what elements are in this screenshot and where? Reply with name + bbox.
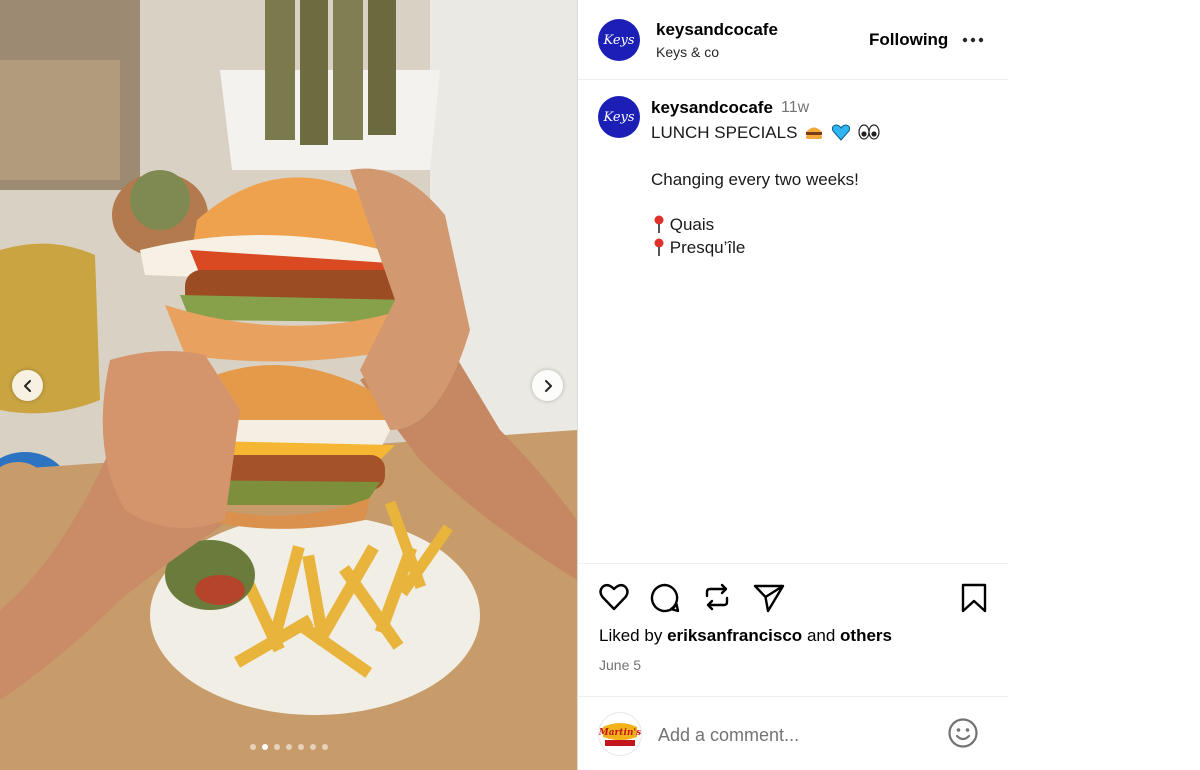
header-divider [578,79,1008,80]
carousel-indicator [0,744,577,750]
burger-emoji [806,127,823,139]
smiley-icon[interactable] [947,717,979,749]
carousel-dot [273,744,280,750]
carousel-dot [261,744,268,750]
avatar-logo-text: Keys [603,109,635,125]
caption-timestamp[interactable]: 11w [781,99,809,117]
avatar-logo-text: Keys [603,32,635,48]
caption-title-line: LUNCH SPECIALS [651,123,880,143]
chevron-right-icon [544,379,552,392]
post-date[interactable]: June 5 [599,657,641,673]
heart-icon[interactable] [599,583,629,611]
svg-text:Martin's: Martin's [599,728,641,738]
caption-line-2: Changing every two weeks! [651,170,859,189]
profile-location[interactable]: Keys & co [656,44,719,60]
following-button[interactable]: Following [869,30,948,50]
likes-conjunction: and [806,626,836,645]
carousel-dot [321,744,328,750]
carousel-dot [285,744,292,750]
comment-icon[interactable] [650,583,680,613]
caption-title: LUNCH SPECIALS [651,123,798,142]
blue-heart-emoji [831,124,850,141]
actions-divider [578,563,1008,564]
caption-avatar[interactable]: Keys [598,96,640,138]
repost-icon[interactable] [702,582,732,612]
carousel-dot [309,744,316,750]
round-pushpin-emoji [654,238,664,256]
share-icon[interactable] [753,583,785,613]
profile-username[interactable]: keysandcocafe [656,20,778,40]
current-user-avatar[interactable]: Martin's [598,712,642,756]
likes-prefix: Liked by [599,626,663,645]
likes-others-link[interactable]: others [840,626,892,645]
chevron-left-icon [23,379,31,392]
carousel-dot [249,744,256,750]
martins-logo-icon: Martin's [599,713,641,755]
caption-location-1: Quais [651,215,714,235]
bookmark-icon[interactable] [961,583,987,613]
liked-by-user-link[interactable]: eriksanfrancisco [667,626,802,645]
post-photo[interactable] [0,0,577,770]
likes-summary: Liked by eriksanfrancisco and others [599,626,892,646]
carousel-next-button[interactable] [532,370,563,401]
post-details-panel: Keys keysandcocafe Keys & co Following K… [578,0,1008,770]
eyes-emoji [858,124,880,140]
carousel-dot [297,744,304,750]
carousel-prev-button[interactable] [12,370,43,401]
caption-location-2: Presqu’île [651,238,745,258]
more-horizontal-icon[interactable] [962,30,984,50]
location-label: Presqu’île [669,238,746,257]
comment-input[interactable] [656,720,940,750]
comment-divider [578,696,1008,697]
burger-photo-illustration [0,0,577,770]
caption-username[interactable]: keysandcocafe [651,98,773,118]
location-label: Quais [669,215,715,234]
profile-avatar[interactable]: Keys [598,19,640,61]
round-pushpin-emoji [654,215,664,233]
